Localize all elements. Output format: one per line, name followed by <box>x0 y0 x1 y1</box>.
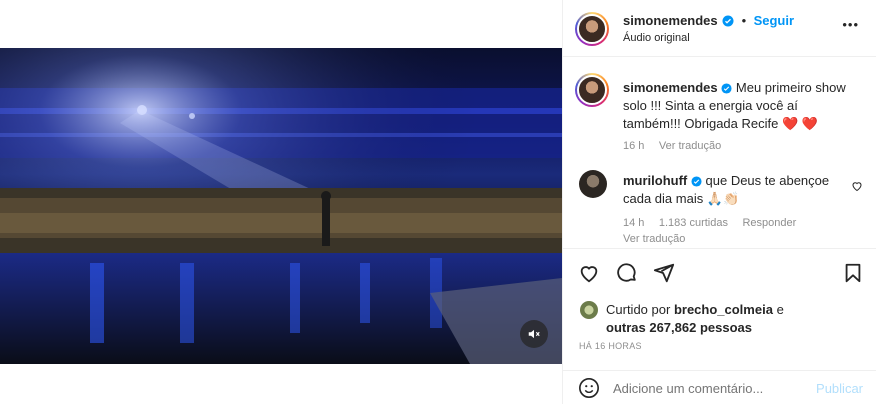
mute-button[interactable] <box>520 320 548 348</box>
likes-others-count[interactable]: outras 267,862 pessoas <box>606 320 752 335</box>
comment-likes-count[interactable]: 1.183 curtidas <box>659 217 728 229</box>
media-panel <box>0 0 562 404</box>
verified-badge-icon <box>721 83 732 94</box>
verified-badge-icon <box>691 176 702 187</box>
post-actions-section: Curtido por brecho_colmeia e outras 267,… <box>563 248 876 356</box>
post-comment-button[interactable]: Publicar <box>816 381 863 396</box>
comment-translate-link[interactable]: Ver tradução <box>623 233 685 245</box>
post-details-panel: simonemendes • Seguir Áudio original •••… <box>562 0 876 404</box>
caption-time[interactable]: 16 h <box>623 140 644 152</box>
speaker-muted-icon <box>528 329 540 339</box>
caption-translate-link[interactable]: Ver tradução <box>659 140 721 152</box>
comment-like-heart-icon[interactable] <box>851 180 863 192</box>
heart-icon[interactable] <box>578 262 600 284</box>
bookmark-icon[interactable] <box>842 262 864 284</box>
caption-avatar[interactable] <box>575 73 609 107</box>
post-header: simonemendes • Seguir Áudio original ••• <box>563 0 876 57</box>
comment-input[interactable] <box>613 378 793 398</box>
more-options-button[interactable]: ••• <box>842 17 859 32</box>
liked-by-username[interactable]: brecho_colmeia <box>674 302 773 317</box>
verified-badge-icon <box>722 15 734 27</box>
concert-scene <box>0 48 562 364</box>
follow-button[interactable]: Seguir <box>754 13 794 28</box>
post-video[interactable] <box>0 48 562 364</box>
author-username[interactable]: simonemendes <box>623 13 718 28</box>
comment-reply-button[interactable]: Responder <box>742 217 796 229</box>
comment-username[interactable]: murilohuff <box>623 173 687 188</box>
comment-input-bar: Publicar <box>563 370 876 404</box>
liker-avatar[interactable] <box>580 301 598 319</box>
commenter-avatar[interactable] <box>579 170 607 198</box>
comment-icon[interactable] <box>616 262 638 284</box>
caption-username[interactable]: simonemendes <box>623 80 718 95</box>
author-avatar[interactable] <box>575 12 609 46</box>
likes-prefix: Curtido por <box>606 302 671 317</box>
post-timestamp[interactable]: HÁ 16 HORAS <box>579 341 642 351</box>
likes-conj: e <box>776 302 784 317</box>
paper-plane-icon[interactable] <box>653 262 675 284</box>
audio-label[interactable]: Áudio original <box>623 32 690 44</box>
dot-separator: • <box>741 13 747 28</box>
smiley-icon[interactable] <box>578 377 600 399</box>
comment-time[interactable]: 14 h <box>623 217 644 229</box>
